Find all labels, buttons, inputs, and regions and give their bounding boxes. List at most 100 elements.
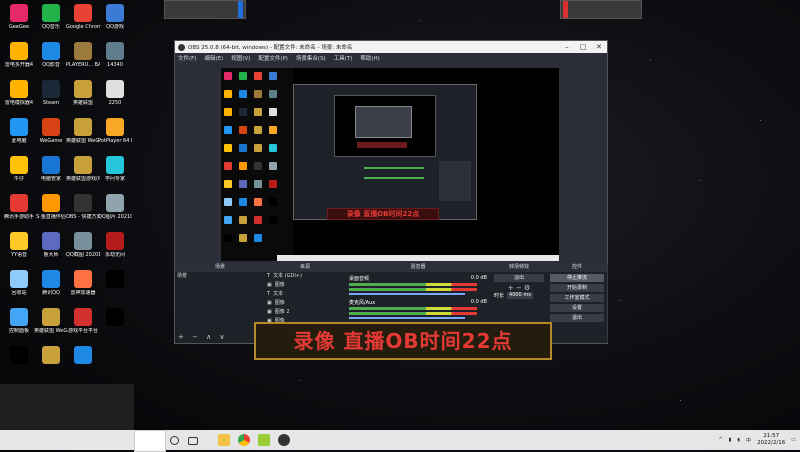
desktop-icon[interactable] [34,346,68,366]
desktop-icon[interactable] [98,308,132,328]
menu-help[interactable]: 帮助(H) [360,54,379,62]
desktop-icon[interactable]: 英雄联盟 WeGame版 [34,308,68,334]
studio-mode-button[interactable]: 工作室模式 [550,294,604,302]
desktop-icon[interactable] [66,346,100,366]
desktop-icon[interactable]: S·鱼直播伴侣 [34,194,68,220]
preview-desktop-icon [269,162,277,170]
desktop-icon-image [42,308,60,326]
preview-desktop-icons [221,68,293,261]
desktop-icon[interactable]: 鲁大师 [34,232,68,258]
volume-icon[interactable]: ◖ [737,437,740,443]
maximize-icon[interactable]: □ [575,43,591,51]
source-item[interactable]: T 文本 [265,290,345,299]
preview-desktop-icon [239,126,247,134]
desktop-icon[interactable]: QQ游戏 [98,4,132,30]
desktop-icon[interactable]: Steam [34,80,68,106]
preview-desktop-icon [224,108,232,116]
desktop-icon[interactable] [2,346,36,366]
transition-select[interactable]: 淡出 [494,274,544,282]
desktop-icon[interactable]: 英雄联盟 WeGame版 [66,118,100,144]
preview-nested-obs [293,84,477,220]
source-item[interactable]: T 文本 (GDI+) [265,272,345,281]
source-item[interactable]: ▣ 图像 [265,281,345,290]
menu-edit[interactable]: 编辑(E) [204,54,223,62]
network-icon[interactable]: ▮ [729,437,732,443]
desktop-icon-image [74,346,92,364]
minimize-icon[interactable]: – [559,43,575,51]
desktop-icon[interactable]: YY语音 [2,232,36,258]
menu-file[interactable]: 文件(F) [178,54,196,62]
desktop-icon[interactable]: GeeGee [2,4,36,30]
desktop-icon-label: 雷电多开器4 [4,62,34,68]
desktop-icon[interactable]: 此电脑 [2,118,36,144]
desktop-icon[interactable]: 雷电模拟器4 [2,80,36,106]
desktop-icon[interactable]: 腾讯QQ [34,270,68,296]
desktop-icon-label: 学问专家 [104,176,125,182]
ime-icon[interactable]: 中 [746,437,751,444]
desktop-icon[interactable]: PLAYERU... BATTLEGR... [66,42,100,68]
cortana-icon[interactable] [170,436,179,445]
desktop-icon[interactable]: 学问专家 [98,156,132,182]
desktop-icon[interactable]: 游戏平台平台 [66,308,100,334]
desktop-icon[interactable]: 英雄联盟游戏(Plus) [66,156,100,182]
menu-tools[interactable]: 工具(T) [334,54,353,62]
exit-button[interactable]: 退出 [550,314,604,322]
settings-button[interactable]: 设置 [550,304,604,312]
desktop-icon[interactable]: OBS - 快捷方式 [66,194,100,220]
desktop-icon[interactable]: QQ影音 [34,42,68,68]
desktop-icon[interactable]: QQ音乐 [34,4,68,30]
scene-item[interactable]: 场景 [175,272,265,281]
mixer-db-2: 0.0 dB [470,299,487,305]
scenes-header: 场景 [175,263,265,272]
app-icon[interactable] [258,434,270,446]
obs-titlebar[interactable]: OBS 25.0.8 (64-bit, windows) - 配置文件: 未命名… [175,41,607,53]
desktop-icon[interactable]: 回收站 [2,270,36,296]
clock[interactable]: 21:57 2022/2/16 [757,433,785,447]
file-explorer-icon[interactable] [218,434,230,446]
start-recording-button[interactable]: 开始录制 [550,284,604,292]
desktop-icon[interactable]: QQ图片 20210615... [98,194,132,220]
task-view-icon[interactable] [188,437,198,445]
desktop-icon-image [106,232,124,250]
obs-preview[interactable]: 录像 直播OB时间22点 [221,68,559,261]
desktop-icon[interactable] [98,270,132,290]
desktop-icon[interactable]: 腾讯手游助手 [2,194,36,220]
preview-desktop-icon [224,90,232,98]
desktop-icon[interactable]: QQ截图 20201027... [66,232,100,258]
desktop-icon[interactable]: 电脑管家 [34,156,68,182]
desktop-icon[interactable]: PotPlayer 64 bit [98,118,132,144]
desktop-icon[interactable]: 2250 [98,80,132,106]
desktop-icon[interactable]: 英雄联盟 [66,80,100,106]
duration-input[interactable]: 4000 ms [507,292,533,299]
desktop-icon[interactable]: 牛仔 [2,156,36,182]
desktop-icon[interactable]: Google Chrome [66,4,100,30]
desktop-icon[interactable]: 14340 [98,42,132,68]
notification-icon[interactable]: ▭ [791,437,796,443]
desktop-icon[interactable]: WeGame [34,118,68,144]
obs-taskbar-icon[interactable] [278,434,290,446]
stop-stream-button[interactable]: 停止推流 [550,274,604,282]
desktop-icon[interactable]: 雷神加速器 [66,270,100,296]
chevron-up-icon[interactable]: ^ [718,437,722,443]
desktop-icon-image [10,270,28,288]
desktop-icon-label: 雷电模拟器4 [4,100,34,106]
source-item[interactable]: ▣ 图像 [265,299,345,308]
menu-view[interactable]: 视图(V) [231,54,250,62]
desktop-icon[interactable]: 永劫无间 [98,232,132,258]
desktop-icon-image [10,194,28,212]
chrome-icon[interactable] [238,434,250,446]
source-item[interactable]: ▣ 图像 2 [265,308,345,317]
controls-header: 控件 [547,263,607,272]
menu-scene-collection[interactable]: 场景集合(S) [296,54,326,62]
desktop-icon-label: 雷神加速器 [70,290,96,296]
mixer-slider-2[interactable] [349,317,465,319]
desktop-icon[interactable]: 雷电多开器4 [2,42,36,68]
mixer-slider-1[interactable] [349,293,465,295]
desktop-icon[interactable]: 控制面板 [2,308,36,334]
scenes-toolbar[interactable]: + − ∧ ∨ [178,333,228,341]
obs-window[interactable]: OBS 25.0.8 (64-bit, windows) - 配置文件: 未命名… [174,40,608,344]
taskbar-search-box[interactable] [134,430,166,452]
transition-toolbar[interactable]: + − ⚙ [491,284,547,292]
close-icon[interactable]: ✕ [591,43,607,51]
menu-profile[interactable]: 配置文件(P) [258,54,288,62]
